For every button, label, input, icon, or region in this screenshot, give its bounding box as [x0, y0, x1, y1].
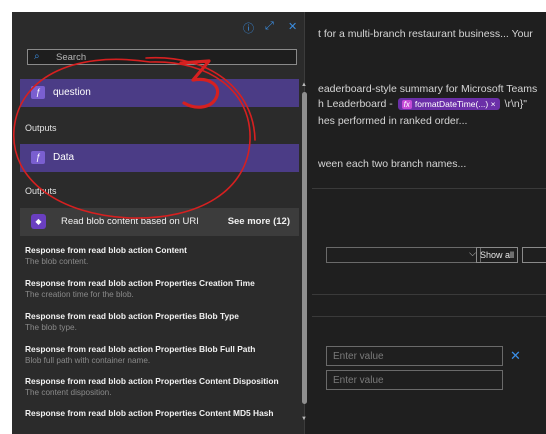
annotation-overlay: 3 — [13, 56, 256, 219]
annotation-circle — [13, 56, 256, 219]
annotation-number-3 — [179, 59, 220, 109]
annotation-number-label: 3 — [200, 89, 201, 91]
